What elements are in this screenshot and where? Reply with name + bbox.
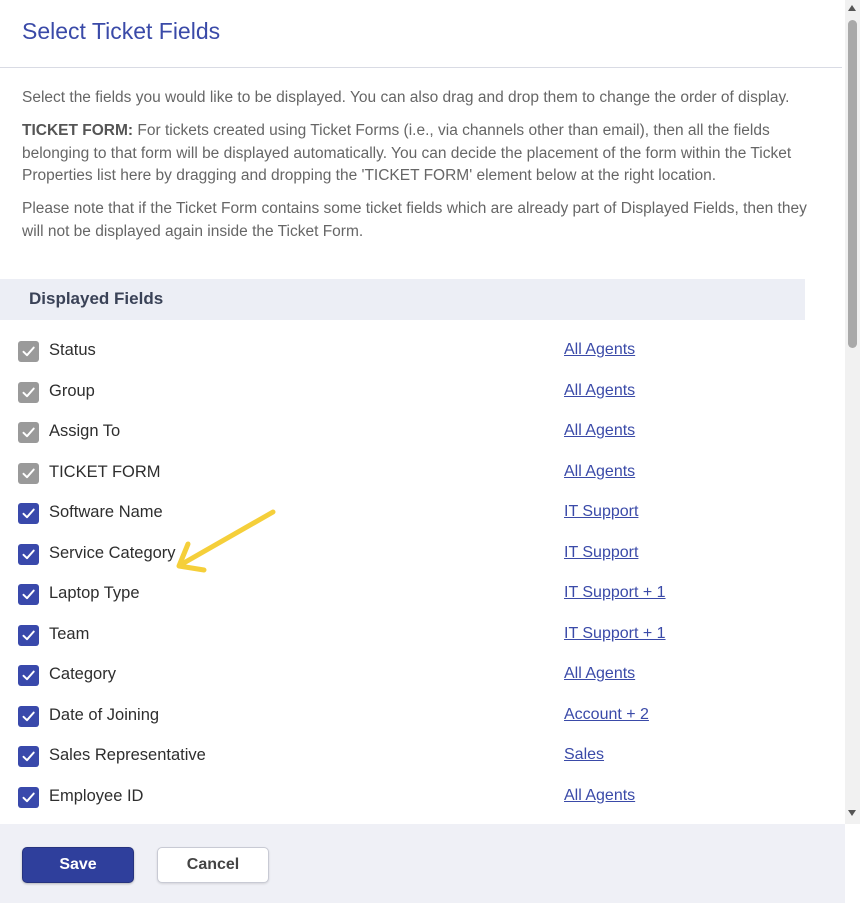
field-name: Group	[49, 381, 95, 400]
check-icon	[22, 427, 35, 438]
field-checkbox[interactable]	[18, 543, 39, 565]
arrow-shaft	[179, 509, 276, 567]
dialog-header: Select Ticket Fields	[0, 0, 842, 68]
field-row[interactable]: Group All Agents	[0, 372, 805, 413]
dialog-content: Select the fields you would like to be d…	[0, 68, 845, 824]
field-name: Employee ID	[49, 786, 144, 805]
arrow-annotation-icon	[176, 509, 276, 573]
field-visibility-link[interactable]: All Agents	[564, 665, 635, 683]
field-checkbox	[18, 381, 39, 403]
field-name: Software Name	[49, 503, 163, 521]
field-name: Team	[49, 624, 90, 643]
field-checkbox[interactable]	[18, 503, 39, 524]
field-visibility-link[interactable]: IT Support + 1	[564, 625, 666, 643]
check-icon	[22, 751, 35, 762]
note-text: Please note that if the Ticket Form cont…	[22, 200, 807, 240]
check-icon	[22, 670, 35, 681]
vertical-scrollbar[interactable]	[845, 0, 860, 824]
field-name: Service Category	[49, 543, 176, 562]
field-row[interactable]: Sales Representative Sales	[0, 736, 805, 777]
check-icon	[22, 589, 35, 600]
select-ticket-fields-dialog: Select Ticket Fields Select the fields y…	[0, 0, 845, 903]
ticket-form-text: TICKET FORM: For tickets created using T…	[22, 120, 822, 188]
cancel-button[interactable]: Cancel	[157, 847, 269, 883]
dialog-title: Select Ticket Fields	[22, 18, 221, 44]
field-visibility-link[interactable]: All Agents	[564, 382, 635, 400]
field-visibility-link[interactable]: Sales	[564, 746, 604, 764]
check-icon	[22, 508, 35, 519]
field-checkbox[interactable]	[18, 746, 39, 767]
section-title: Displayed Fields	[29, 289, 164, 308]
scroll-up-arrow-icon[interactable]	[848, 5, 856, 11]
field-name: Assign To	[49, 422, 121, 440]
field-checkbox[interactable]	[18, 705, 39, 727]
field-visibility-link[interactable]: IT Support + 1	[564, 584, 666, 602]
field-row[interactable]: Team IT Support + 1	[0, 615, 805, 656]
displayed-fields-list: Status All Agents Group All Agents Assign To…	[0, 331, 805, 817]
field-name: Status	[49, 341, 96, 359]
field-name: Laptop Type	[49, 584, 140, 602]
field-visibility-link[interactable]: All Agents	[564, 463, 635, 481]
ticket-form-description: For tickets created using Ticket Forms (…	[22, 122, 792, 184]
field-checkbox[interactable]	[18, 584, 39, 605]
field-checkbox	[18, 341, 39, 362]
field-visibility-link[interactable]: IT Support	[564, 544, 638, 562]
field-name: Sales Representative	[49, 746, 206, 764]
field-row[interactable]: Service Category IT Support	[0, 534, 805, 575]
dialog-footer: Save Cancel	[0, 824, 845, 903]
check-icon	[22, 387, 35, 397]
field-checkbox	[18, 422, 39, 443]
displayed-fields-header: Displayed Fields	[0, 279, 805, 320]
field-row[interactable]: Status All Agents	[0, 331, 805, 372]
field-checkbox	[18, 462, 39, 484]
intro-text: Select the fields you would like to be d…	[22, 89, 790, 106]
field-visibility-link[interactable]: All Agents	[564, 341, 635, 359]
check-icon	[22, 468, 35, 478]
scrollbar-thumb[interactable]	[848, 20, 857, 348]
field-row[interactable]: Laptop Type IT Support + 1	[0, 574, 805, 615]
field-name: Category	[49, 665, 116, 683]
field-name: TICKET FORM	[49, 462, 161, 481]
scroll-down-arrow-icon[interactable]	[848, 810, 856, 816]
field-checkbox[interactable]	[18, 665, 39, 686]
field-row[interactable]: Assign To All Agents	[0, 412, 805, 453]
field-checkbox[interactable]	[18, 624, 39, 646]
field-row[interactable]: Date of Joining Account + 2	[0, 696, 805, 737]
field-row[interactable]: Software Name IT Support	[0, 493, 805, 534]
ticket-form-label: TICKET FORM:	[22, 122, 134, 139]
save-button[interactable]: Save	[22, 847, 134, 883]
field-visibility-link[interactable]: Account + 2	[564, 706, 649, 724]
field-visibility-link[interactable]: All Agents	[564, 422, 635, 440]
field-visibility-link[interactable]: IT Support	[564, 503, 638, 521]
field-visibility-link[interactable]: All Agents	[564, 787, 635, 805]
check-icon	[22, 711, 35, 721]
field-row[interactable]: Employee ID All Agents	[0, 777, 805, 818]
field-name: Date of Joining	[49, 705, 160, 724]
check-icon	[22, 792, 35, 802]
check-icon	[22, 346, 35, 357]
check-icon	[22, 630, 35, 640]
field-checkbox[interactable]	[18, 786, 39, 808]
check-icon	[22, 549, 35, 559]
field-row[interactable]: Category All Agents	[0, 655, 805, 696]
field-row[interactable]: TICKET FORM All Agents	[0, 453, 805, 494]
